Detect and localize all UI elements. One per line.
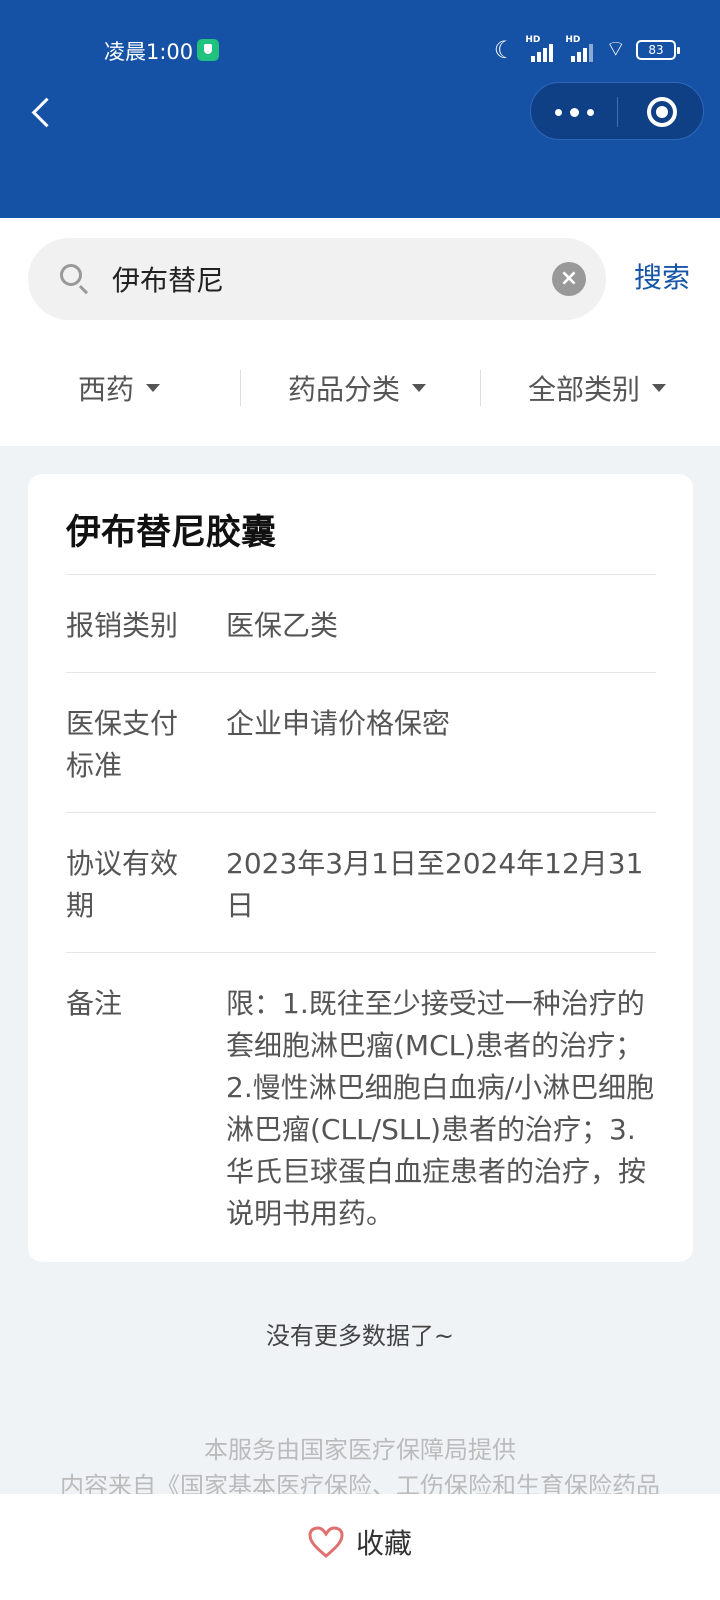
search-icon: [60, 264, 82, 286]
battery-level: 83: [648, 43, 664, 57]
search-input[interactable]: [112, 254, 532, 304]
filter-drug-category[interactable]: 药品分类: [288, 368, 427, 408]
filter-label: 西药: [78, 373, 135, 406]
network-type-2: HD: [565, 35, 581, 45]
caret-down-icon: [652, 384, 667, 392]
filter-bar: 西药 药品分类 全部类别: [0, 348, 720, 428]
heart-icon: [308, 1526, 344, 1558]
row-label: 报销类别: [66, 609, 179, 642]
row-value: 限：1.既往至少接受过一种治疗的套细胞淋巴瘤(MCL)患者的治疗；2.慢性淋巴细…: [226, 987, 655, 1230]
more-menu-button[interactable]: [531, 83, 617, 141]
filter-drug-type[interactable]: 西药: [78, 368, 161, 408]
row-label: 协议有效期: [66, 847, 179, 922]
drug-name: 伊布替尼胶囊: [66, 513, 277, 553]
filter-divider: [480, 370, 481, 406]
row-value: 企业申请价格保密: [226, 707, 451, 740]
clear-icon[interactable]: ×: [552, 262, 586, 296]
miniprogram-capsule: [530, 82, 704, 140]
favorite-button[interactable]: 收藏: [308, 1522, 412, 1562]
status-time: 凌晨1:00: [104, 40, 194, 64]
status-icons: ☾ HD HD ⌔ 83: [493, 35, 680, 64]
detail-row-reimbursement: 报销类别 医保乙类: [66, 574, 656, 672]
footer-provider: 本服务由国家医疗保障局提供: [204, 1436, 516, 1464]
shield-icon: [197, 39, 219, 61]
filter-label: 药品分类: [288, 373, 401, 406]
search-area: × 搜索 西药 药品分类 全部类别: [0, 218, 720, 446]
moon-icon: ☾: [493, 36, 516, 64]
capsule-divider: [617, 97, 618, 127]
detail-row-remarks: 备注 限：1.既往至少接受过一种治疗的套细胞淋巴瘤(MCL)患者的治疗；2.慢性…: [66, 952, 656, 1252]
drug-card[interactable]: 伊布替尼胶囊 报销类别 医保乙类 医保支付标准 企业申请价格保密 协议有效期 2…: [28, 474, 693, 1262]
caret-down-icon: [412, 384, 427, 392]
battery-icon: 83: [636, 40, 680, 60]
search-button[interactable]: 搜索: [634, 256, 690, 296]
bottom-bar: 收藏: [0, 1494, 720, 1600]
signal-icon-2: HD: [565, 35, 595, 62]
favorite-label: 收藏: [356, 1527, 413, 1560]
search-box: ×: [28, 238, 606, 320]
close-miniprogram-icon[interactable]: [647, 97, 677, 127]
row-value: 2023年3月1日至2024年12月31日: [226, 847, 644, 922]
signal-icon-1: HD: [525, 35, 555, 62]
filter-label: 全部类别: [528, 373, 641, 406]
caret-down-icon: [146, 384, 161, 392]
filter-divider: [240, 370, 241, 406]
row-value: 医保乙类: [226, 609, 339, 642]
row-label: 备注: [66, 987, 123, 1020]
detail-row-agreement-period: 协议有效期 2023年3月1日至2024年12月31日: [66, 812, 656, 952]
filter-all-types[interactable]: 全部类别: [528, 368, 667, 408]
wifi-icon: ⌔: [605, 37, 626, 62]
top-header: 凌晨1:00 ☾ HD HD ⌔ 83: [0, 0, 720, 218]
detail-row-payment-standard: 医保支付标准 企业申请价格保密: [66, 672, 656, 812]
back-arrow-icon[interactable]: [30, 94, 56, 130]
row-label: 医保支付标准: [66, 707, 179, 782]
network-type-1: HD: [525, 35, 541, 45]
list-end-text: 没有更多数据了~: [265, 1322, 455, 1350]
